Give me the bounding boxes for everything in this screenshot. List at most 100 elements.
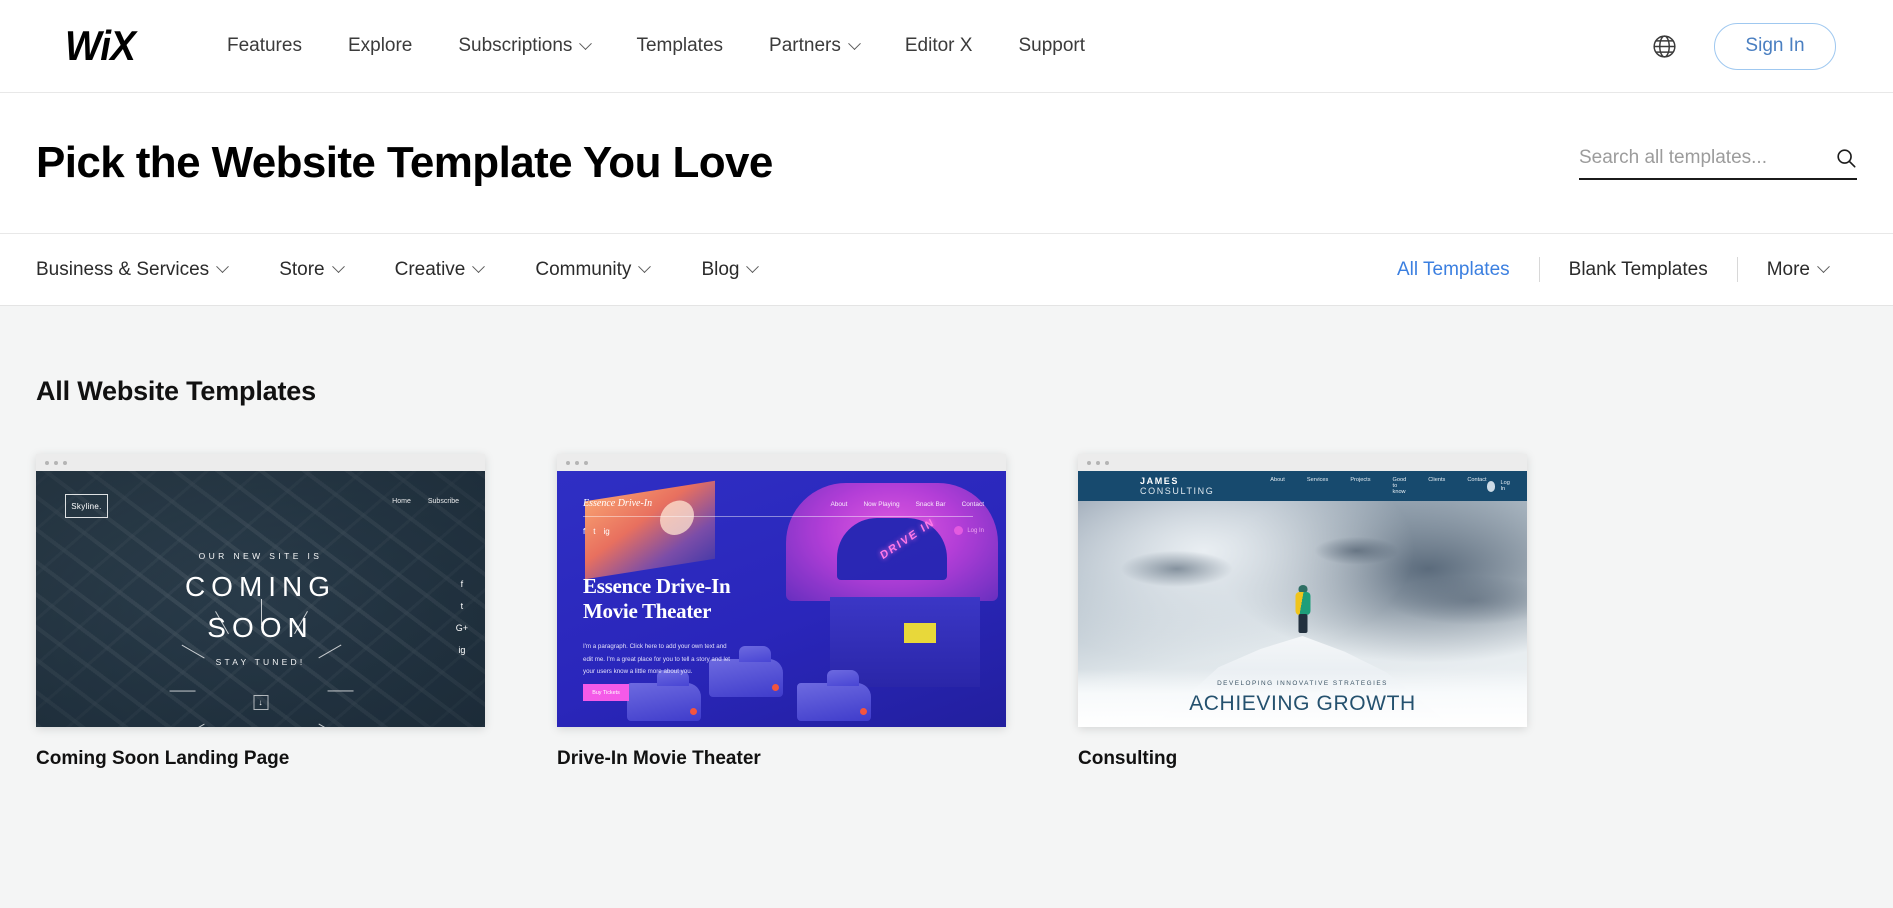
- category-label: Business & Services: [36, 258, 210, 280]
- section-title: All Website Templates: [36, 376, 316, 406]
- chevron-down-icon: [331, 260, 345, 274]
- template-login: Log In: [954, 526, 984, 535]
- template-nav-item: About: [1270, 477, 1285, 483]
- template-preview[interactable]: Skyline. Home Subscribe OUR NEW SITE IS …: [36, 454, 485, 727]
- template-login-label: Log In: [967, 527, 984, 534]
- template-hero: OUR NEW SITE IS COMING SOON STAY TUNED!: [36, 551, 485, 667]
- category-community[interactable]: Community: [535, 258, 652, 281]
- wix-logo[interactable]: WiX: [65, 25, 136, 67]
- sign-in-button[interactable]: Sign In: [1714, 22, 1836, 70]
- browser-dot-icon: [1105, 460, 1109, 465]
- template-nav-item: Contact: [961, 501, 984, 508]
- template-headline-line2: Movie Theater: [583, 598, 712, 623]
- template-kicker: DEVELOPING INNOVATIVE STRATEGIES: [1217, 680, 1388, 687]
- template-brand-light: CONSULTING: [1140, 486, 1215, 496]
- template-card[interactable]: JAMES CONSULTING About Services Projects…: [1078, 454, 1527, 770]
- browser-dot-icon: [54, 460, 58, 465]
- category-label: Creative: [394, 258, 466, 280]
- template-screenshot-drive-in: DRIVE IN Essence Drive-In About Now Play…: [557, 471, 1006, 727]
- template-preview[interactable]: JAMES CONSULTING About Services Projects…: [1078, 454, 1527, 727]
- facebook-icon: f: [460, 579, 464, 589]
- instagram-icon: ig: [603, 527, 610, 536]
- template-brand-bold: JAMES: [1140, 476, 1180, 486]
- browser-dot-icon: [584, 460, 588, 465]
- nav-item-features[interactable]: Features: [204, 35, 325, 57]
- chevron-down-icon: [579, 36, 593, 50]
- template-paragraph: I'm a paragraph. Click here to add your …: [583, 643, 731, 676]
- template-social-icons: f t G+ ig: [456, 579, 468, 655]
- template-login-label: Log In: [1500, 480, 1510, 492]
- template-nav-bar: JAMES CONSULTING About Services Projects…: [1078, 471, 1527, 501]
- category-label: Blog: [701, 258, 740, 280]
- template-nav-item: Contact: [1467, 477, 1487, 483]
- template-subline: STAY TUNED!: [215, 656, 306, 667]
- category-store[interactable]: Store: [279, 258, 345, 281]
- template-headline-line1: Essence Drive-In: [583, 574, 731, 598]
- template-nav-item: About: [830, 501, 848, 508]
- browser-chrome: [1078, 454, 1527, 471]
- template-nav-item: Now Playing: [863, 501, 900, 508]
- nav-item-explore[interactable]: Explore: [325, 35, 435, 57]
- template-screenshot-consulting: JAMES CONSULTING About Services Projects…: [1078, 471, 1527, 727]
- nav-item-label: Partners: [769, 35, 841, 56]
- nav-item-support[interactable]: Support: [995, 35, 1108, 57]
- filter-blank-templates[interactable]: Blank Templates: [1540, 259, 1737, 281]
- category-label: Community: [535, 258, 632, 280]
- templates-content: All Website Templates Skyline. Home Subs…: [0, 306, 1893, 907]
- category-label: Store: [279, 258, 325, 280]
- category-business-services[interactable]: Business & Services: [36, 258, 230, 281]
- twitter-icon: t: [593, 527, 596, 536]
- chevron-down-icon: [1817, 260, 1830, 274]
- template-card[interactable]: Skyline. Home Subscribe OUR NEW SITE IS …: [36, 454, 485, 770]
- template-title: Consulting: [1078, 748, 1178, 769]
- template-title: Coming Soon Landing Page: [36, 748, 290, 769]
- filter-all-templates[interactable]: All Templates: [1368, 259, 1539, 281]
- nav-item-label: Explore: [347, 35, 413, 56]
- template-nav-item: Projects: [1350, 477, 1371, 483]
- browser-dot-icon: [63, 460, 67, 465]
- template-nav-item: Services: [1306, 477, 1329, 483]
- template-preview[interactable]: DRIVE IN Essence Drive-In About Now Play…: [557, 454, 1006, 727]
- browser-dot-icon: [45, 460, 49, 465]
- nav-item-templates[interactable]: Templates: [613, 35, 746, 57]
- template-nav-item: Subscribe: [427, 498, 459, 505]
- globe-icon[interactable]: [1651, 33, 1678, 60]
- facebook-icon: f: [583, 527, 586, 536]
- template-nav: About Now Playing Snack Bar Contact: [830, 501, 984, 508]
- template-nav-item: Good to know: [1392, 477, 1407, 495]
- browser-dot-icon: [575, 460, 579, 465]
- nav-item-editor-x[interactable]: Editor X: [882, 35, 996, 57]
- template-grid: Skyline. Home Subscribe OUR NEW SITE IS …: [36, 454, 1857, 770]
- nav-right-actions: Sign In: [1651, 22, 1836, 70]
- nav-item-partners[interactable]: Partners: [746, 35, 882, 57]
- template-nav-item: Clients: [1428, 477, 1446, 483]
- nav-item-subscriptions[interactable]: Subscriptions: [435, 35, 613, 57]
- category-filter-bar: Business & Services Store Creative Commu…: [0, 234, 1893, 306]
- template-hero-text: DEVELOPING INNOVATIVE STRATEGIES ACHIEVI…: [1078, 669, 1527, 727]
- browser-dot-icon: [566, 460, 570, 465]
- page-header: Pick the Website Template You Love: [0, 93, 1893, 234]
- browser-chrome: [36, 454, 485, 471]
- template-login: Log In: [1486, 480, 1513, 492]
- filter-more[interactable]: More: [1738, 259, 1857, 281]
- category-creative[interactable]: Creative: [394, 258, 486, 281]
- page-title: Pick the Website Template You Love: [36, 138, 773, 187]
- template-headline-line1: COMING: [184, 571, 337, 602]
- avatar-icon: [1486, 480, 1496, 492]
- template-logo: Skyline.: [65, 494, 108, 518]
- search-box[interactable]: [1579, 146, 1857, 180]
- google-plus-icon: G+: [455, 623, 468, 633]
- twitter-icon: t: [460, 601, 464, 611]
- search-input[interactable]: [1579, 146, 1825, 169]
- template-nav-item: Home: [392, 498, 411, 505]
- chevron-down-icon: [472, 260, 486, 274]
- nav-item-label: Support: [1018, 35, 1085, 56]
- template-headline: ACHIEVING GROWTH: [1189, 692, 1416, 715]
- chevron-down-icon: [216, 260, 230, 274]
- template-card[interactable]: DRIVE IN Essence Drive-In About Now Play…: [557, 454, 1006, 770]
- search-icon[interactable]: [1835, 147, 1857, 169]
- category-blog[interactable]: Blog: [701, 258, 760, 281]
- browser-dot-icon: [1087, 460, 1091, 465]
- main-navigation-bar: WiX Features Explore Subscriptions Templ…: [0, 0, 1893, 93]
- template-screenshot-coming-soon: Skyline. Home Subscribe OUR NEW SITE IS …: [36, 471, 485, 727]
